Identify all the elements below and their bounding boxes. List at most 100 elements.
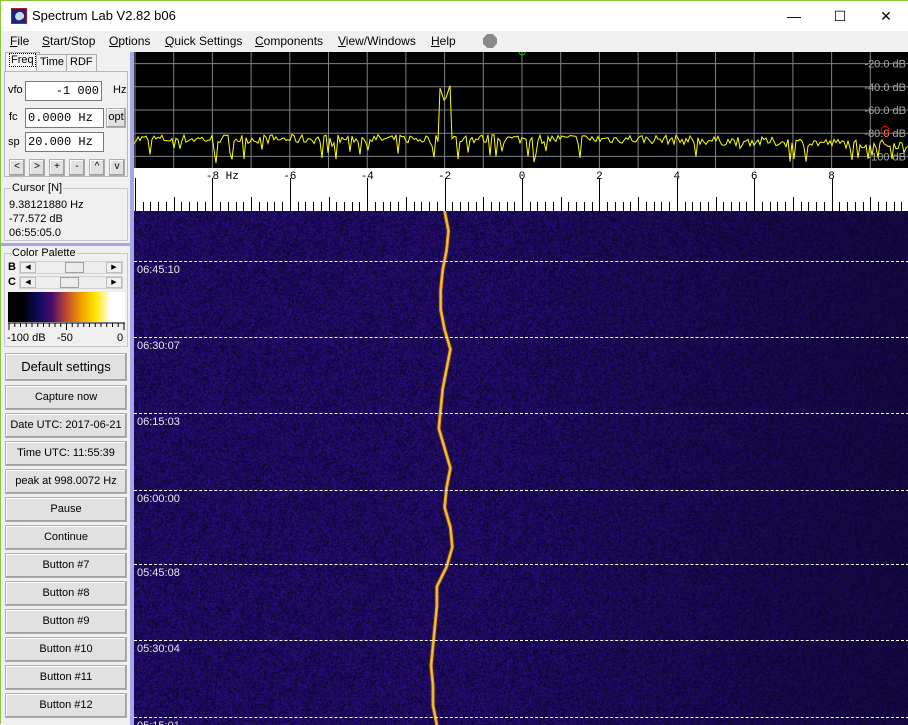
panel-button-button-10[interactable]: Button #10 xyxy=(5,637,127,662)
spectrum-trace xyxy=(134,85,908,164)
panel-button-button-11[interactable]: Button #11 xyxy=(5,665,127,690)
vfo-unit: Hz xyxy=(113,84,127,96)
frequency-tick-label: 6 xyxy=(750,171,758,183)
panel-button-default-settings[interactable]: Default settings xyxy=(5,353,127,381)
y-tick-label: -100 dB xyxy=(867,151,906,163)
vfo-label: vfo xyxy=(8,84,23,96)
tab-freq[interactable]: Freq xyxy=(5,52,40,71)
scroll-right-button[interactable]: > xyxy=(29,159,45,176)
color-palette-title: Color Palette xyxy=(11,247,77,259)
fc-label: fc xyxy=(9,111,18,123)
panel-button-button-7[interactable]: Button #7 xyxy=(5,553,127,578)
frequency-tick-label: -2 xyxy=(437,171,452,183)
sp-field[interactable]: 20.000 Hz xyxy=(25,132,104,152)
palette-mid-label: -50 xyxy=(57,332,73,344)
panel-button-button-9[interactable]: Button #9 xyxy=(5,609,127,634)
time-marker-label: 06:30:07 xyxy=(137,340,180,352)
y-tick-label: -20.0 dB xyxy=(864,59,906,71)
frequency-tick-label: -6 xyxy=(283,171,297,183)
panel-button-peak-at-998-0072-hz[interactable]: peak at 998.0072 Hz xyxy=(5,469,127,494)
opt-button[interactable]: opt xyxy=(106,108,126,128)
frequency-tick-label: 4 xyxy=(673,171,681,183)
zoom-out-button[interactable]: - xyxy=(69,159,85,176)
y-tick-label: -60.0 dB xyxy=(864,105,906,117)
window-title: Spectrum Lab V2.82 b06 xyxy=(32,8,176,23)
brightness-label: B xyxy=(8,261,16,273)
minimize-button[interactable]: — xyxy=(771,1,817,31)
cursor-level: -77.572 dB xyxy=(9,213,63,225)
frequency-axis[interactable]: -8 Hz -6 -4 -2 0 2 4 6 8 xyxy=(134,168,908,211)
cursor-title: Cursor [N] xyxy=(11,182,64,194)
frequency-tick-label: -8 Hz xyxy=(205,171,239,183)
time-marker-line xyxy=(134,337,908,338)
panel-button-button-8[interactable]: Button #8 xyxy=(5,581,127,606)
scale-up-button[interactable]: ^ xyxy=(89,159,105,176)
time-marker-line xyxy=(134,261,908,262)
tab-rdf[interactable]: RDF xyxy=(66,54,97,71)
close-button[interactable]: ✕ xyxy=(863,1,908,31)
title-bar[interactable]: Spectrum Lab V2.82 b06 — ☐ ✕ xyxy=(1,1,908,31)
stop-octagon-icon[interactable] xyxy=(483,34,497,48)
cursor-time: 06:55:05.0 xyxy=(9,227,61,239)
frequency-settings: vfo -1 000 Hz fc 0.0000 Hz opt sp 20.000… xyxy=(4,71,128,177)
satellite-dish-icon xyxy=(11,8,27,24)
arrow-right-icon[interactable]: ▶ xyxy=(106,262,122,273)
frequency-tick-label: 8 xyxy=(828,171,835,183)
time-marker-label: 06:15:03 xyxy=(137,416,180,428)
tab-freq-label: Freq xyxy=(9,53,36,67)
vfo-field[interactable]: -1 000 xyxy=(25,81,102,101)
zoom-in-button[interactable]: + xyxy=(49,159,65,176)
time-marker-label: 05:30:04 xyxy=(137,643,180,655)
panel-divider xyxy=(1,243,132,246)
panel-button-date-utc-2017-06-21[interactable]: Date UTC: 2017-06-21 xyxy=(5,413,127,438)
time-marker-line xyxy=(134,413,908,414)
spectrum-display[interactable]: -20.0 dB -40.0 dB -60.0 dB -80.0 dB -100 dB xyxy=(134,52,908,168)
palette-max-label: 0 xyxy=(117,332,124,344)
palette-min-label: -100 dB xyxy=(7,332,46,344)
scale-down-button[interactable]: v xyxy=(109,159,125,176)
color-palette-group: Color Palette B ◀ ▶ C ◀ ▶ -100 dB -50 0 xyxy=(4,247,128,347)
cursor-frequency: 9.38121880 Hz xyxy=(9,199,84,211)
menu-file[interactable]: File xyxy=(10,34,29,48)
time-marker-line xyxy=(134,490,908,491)
panel-button-button-12[interactable]: Button #12 xyxy=(5,693,127,718)
brightness-thumb[interactable] xyxy=(65,262,85,273)
arrow-left-icon[interactable]: ◀ xyxy=(20,277,36,288)
brightness-slider[interactable]: ◀ ▶ xyxy=(19,261,123,274)
time-marker-label: 06:45:10 xyxy=(137,264,180,276)
time-marker-label: 05:15:01 xyxy=(137,720,180,725)
arrow-left-icon[interactable]: ◀ xyxy=(20,262,36,273)
fc-field[interactable]: 0.0000 Hz xyxy=(25,108,104,128)
menu-start-stop[interactable]: Start/Stop xyxy=(42,34,95,48)
arrow-right-icon[interactable]: ▶ xyxy=(106,277,122,288)
contrast-thumb[interactable] xyxy=(59,277,79,288)
menu-components[interactable]: Components xyxy=(255,34,323,48)
time-marker-line xyxy=(134,640,908,641)
menu-help[interactable]: Help xyxy=(431,34,456,48)
waterfall-canvas xyxy=(134,211,908,725)
contrast-slider[interactable]: ◀ ▶ xyxy=(19,276,123,289)
panel-button-pause[interactable]: Pause xyxy=(5,497,127,522)
panel-button-time-utc-11-55-39[interactable]: Time UTC: 11:55:39 xyxy=(5,441,127,466)
contrast-label: C xyxy=(8,276,16,288)
color-palette-gradient[interactable] xyxy=(8,292,125,322)
time-marker-line xyxy=(134,717,908,718)
tab-time[interactable]: Time xyxy=(36,54,69,71)
cursor-group: Cursor [N] 9.38121880 Hz -77.572 dB 06:5… xyxy=(4,182,128,241)
time-marker-label: 06:00:00 xyxy=(137,493,180,505)
scroll-left-button[interactable]: < xyxy=(9,159,25,176)
time-marker-line xyxy=(134,564,908,565)
control-panel: Freq Time RDF vfo -1 000 Hz fc 0.0000 Hz… xyxy=(1,52,132,725)
menu-view-windows[interactable]: View/Windows xyxy=(338,34,416,48)
menu-options[interactable]: Options xyxy=(109,34,150,48)
palette-scale-ticks xyxy=(8,322,125,330)
maximize-button[interactable]: ☐ xyxy=(817,1,863,31)
panel-button-capture-now[interactable]: Capture now xyxy=(5,385,127,410)
sp-label: sp xyxy=(8,136,20,148)
time-marker-label: 05:45:08 xyxy=(137,567,180,579)
panel-button-continue[interactable]: Continue xyxy=(5,525,127,550)
y-tick-label: -40.0 dB xyxy=(864,82,906,94)
waterfall-display[interactable]: 06:45:10 06:30:07 06:15:03 06:00:00 05:45:08… xyxy=(134,211,908,725)
frequency-tick-label: 2 xyxy=(596,171,603,183)
menu-quick-settings[interactable]: Quick Settings xyxy=(165,34,242,48)
